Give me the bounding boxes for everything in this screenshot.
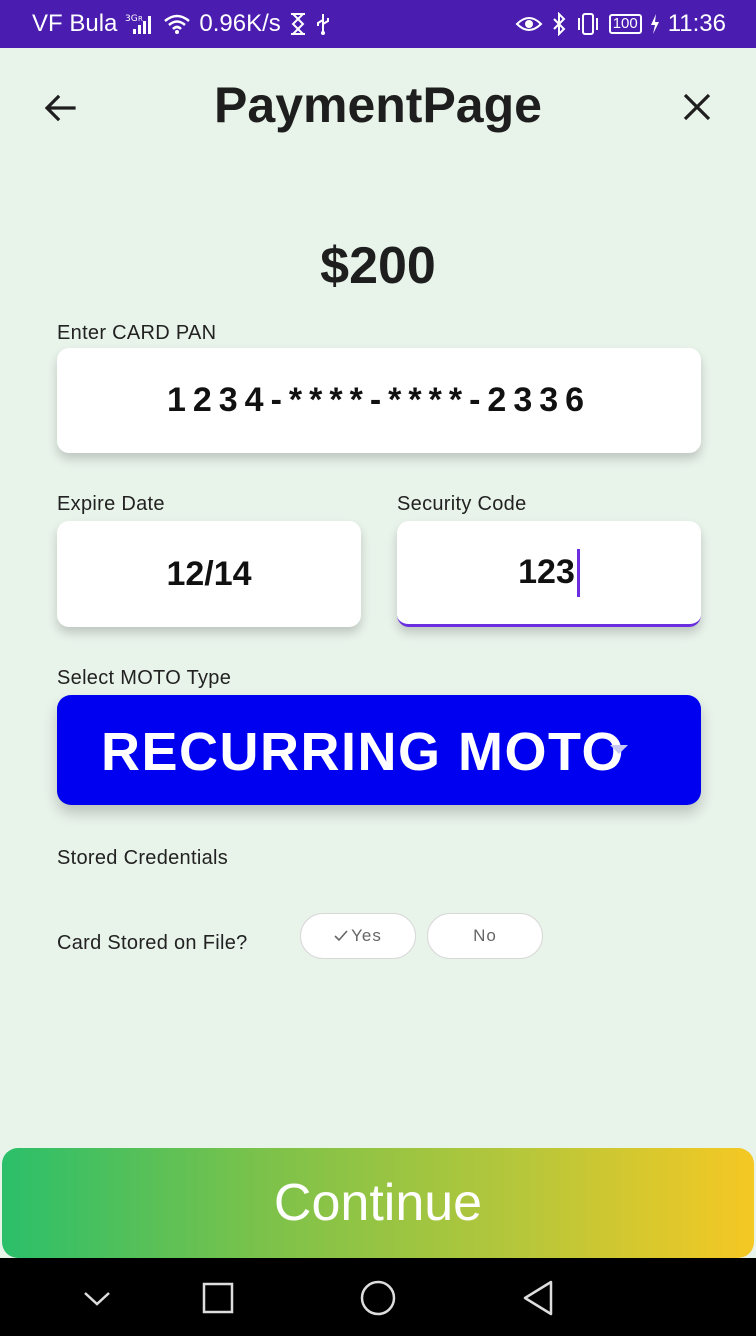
text-cursor [576,548,580,597]
charging-icon [650,13,660,35]
nav-home-button[interactable] [358,1278,398,1318]
expire-date-label: Expire Date [57,493,165,515]
moto-type-label: Select MOTO Type [57,667,232,689]
moto-type-selected: RECURRING MOTO [101,722,626,782]
nav-recents-button[interactable] [198,1278,238,1318]
security-code-input[interactable]: 123 [397,521,701,627]
hourglass-icon [289,13,307,35]
continue-label: Continue [273,1174,483,1232]
chevron-down-icon [84,1292,110,1306]
status-left: VF Bula 3G R 0.96K/s [32,10,331,38]
no-chip-label: No [473,926,497,945]
svg-text:3G: 3G [125,14,138,24]
carrier-name: VF Bula [32,10,118,37]
network-speed: 0.96K/s [199,10,281,37]
payment-screen [2,48,754,1258]
yes-chip[interactable]: Yes [300,913,416,959]
stored-credentials-heading: Stored Credentials [57,847,229,869]
card-pan-value: 1234-****-****-2336 [166,381,592,419]
usb-icon [315,12,331,36]
clock-time: 11:36 [667,10,726,37]
security-code-value: 123 [518,553,575,591]
card-stored-question: Card Stored on File? [57,932,248,954]
status-bar: VF Bula 3G R 0.96K/s 100 11:36 [0,0,756,48]
expire-date-value: 12/14 [166,554,252,593]
svg-text:R: R [138,15,143,23]
vibrate-icon [575,12,601,36]
card-pan-label: Enter CARD PAN [57,322,217,344]
nav-hide-button[interactable] [77,1278,117,1318]
eye-icon [515,14,543,34]
moto-type-dropdown[interactable]: RECURRING MOTO [57,695,701,805]
status-right: 100 11:36 [515,10,726,38]
bluetooth-icon [551,12,567,36]
nav-back-button[interactable] [518,1278,558,1318]
card-pan-input[interactable]: 1234-****-****-2336 [57,348,701,453]
circle-icon [360,1280,396,1316]
page-title: PaymentPage [214,77,542,133]
dropdown-arrow-icon [610,745,628,754]
triangle-back-icon [523,1280,553,1316]
signal-icon: 3G R [125,12,155,36]
close-icon [683,93,711,121]
security-code-label: Security Code [397,493,527,515]
yes-chip-label: Yes [351,926,382,945]
payment-amount: $200 [320,237,436,295]
check-icon [334,930,348,942]
no-chip[interactable]: No [427,913,543,959]
battery-icon: 100 [608,14,642,34]
expire-date-input[interactable]: 12/14 [57,521,361,627]
square-icon [202,1282,234,1314]
continue-button[interactable]: Continue [2,1148,754,1258]
close-button[interactable] [680,90,714,124]
wifi-icon [163,13,191,35]
system-nav-bar [0,1258,756,1336]
